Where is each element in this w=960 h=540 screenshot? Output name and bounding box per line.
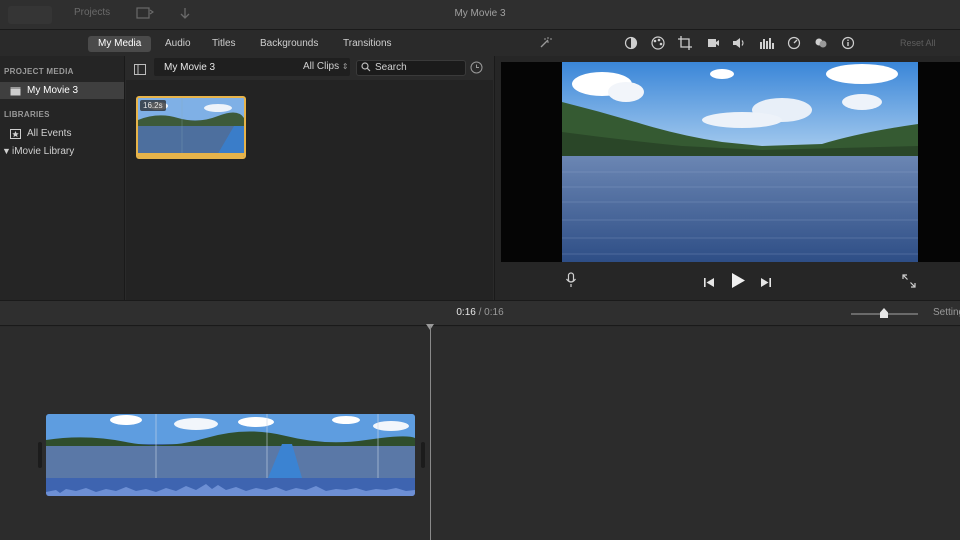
noise-reduction-icon[interactable] (814, 36, 828, 55)
libraries-header: LIBRARIES (4, 110, 50, 119)
speed-gauge-icon[interactable] (787, 36, 801, 55)
timeline-clip[interactable] (46, 414, 415, 496)
media-thumbnail[interactable]: 16.2s (136, 96, 246, 159)
reset-all-button[interactable]: Reset All (900, 38, 936, 48)
sidebar-item-project[interactable]: My Movie 3 (0, 82, 124, 99)
color-balance-icon[interactable] (624, 36, 638, 55)
sidebar-all-events-label: All Events (27, 128, 72, 139)
playhead-line[interactable] (430, 326, 431, 540)
play-icon[interactable] (730, 272, 746, 294)
tab-backgrounds[interactable]: Backgrounds (250, 36, 328, 52)
all-clips-dropdown[interactable]: All Clips ⇕ (303, 61, 349, 72)
sidebar-toggle-icon[interactable] (134, 62, 146, 80)
settings-button[interactable]: Settings (933, 307, 960, 318)
project-name-label: My Movie 3 (164, 62, 216, 73)
total-time: 0:16 (484, 307, 504, 318)
search-icon (361, 62, 371, 77)
sidebar-project-label: My Movie 3 (27, 85, 79, 96)
timecode-bar: 0:16 / 0:16 Settings (0, 300, 960, 326)
sidebar-item-imovie-library[interactable]: ▼ iMovie Library (0, 143, 124, 160)
info-icon[interactable] (841, 36, 855, 55)
time-separator: / (478, 307, 482, 318)
magic-wand-icon[interactable] (538, 36, 552, 55)
tab-audio[interactable]: Audio (155, 36, 201, 52)
skip-forward-icon[interactable] (760, 275, 772, 293)
tab-titles[interactable]: Titles (202, 36, 246, 52)
window-title: My Movie 3 (454, 8, 506, 19)
color-correction-icon[interactable] (650, 36, 666, 55)
tab-transitions[interactable]: Transitions (333, 36, 402, 52)
stabilization-camera-icon[interactable] (706, 36, 720, 55)
media-tab-bar: My Media Audio Titles Backgrounds Transi… (0, 30, 493, 56)
tab-my-media[interactable]: My Media (88, 36, 152, 52)
disclosure-triangle-icon[interactable]: ▼ (2, 143, 11, 160)
clapper-icon (10, 85, 21, 102)
clip-duration-badge: 16.2s (140, 100, 166, 111)
title-bar: Projects My Movie 3 (0, 0, 960, 30)
updown-chevron-icon: ⇕ (341, 62, 349, 71)
media-browser: 16.2s (126, 80, 493, 300)
fullscreen-icon[interactable] (902, 274, 916, 293)
clip-trim-handle-right[interactable] (421, 442, 425, 468)
current-time: 0:16 (456, 307, 476, 318)
library-sidebar: PROJECT MEDIA My Movie 3 LIBRARIES All E… (0, 56, 125, 300)
skip-back-icon[interactable] (703, 275, 715, 293)
imovie-window: Projects My Movie 3 My Media Audio Title… (0, 0, 960, 540)
equalizer-icon[interactable] (759, 36, 775, 55)
sidebar-item-all-events[interactable]: All Events (0, 125, 124, 142)
viewer-frame-image (562, 62, 918, 262)
microphone-icon[interactable] (565, 272, 577, 293)
audio-waveform (46, 478, 415, 496)
timecode-display: 0:16 / 0:16 (0, 307, 960, 318)
search-placeholder: Search (375, 62, 407, 73)
sidebar-library-label: iMovie Library (12, 146, 75, 157)
viewer-toolbar: Reset All (494, 30, 960, 56)
volume-icon[interactable] (732, 36, 746, 55)
project-media-header: PROJECT MEDIA (4, 67, 74, 76)
clip-filmstrip (46, 414, 415, 478)
clock-filter-icon[interactable] (470, 61, 483, 79)
clip-trim-handle-left[interactable] (38, 442, 42, 468)
crop-icon[interactable] (678, 36, 692, 55)
all-clips-label: All Clips (303, 61, 340, 72)
search-input[interactable]: Search (356, 60, 466, 76)
